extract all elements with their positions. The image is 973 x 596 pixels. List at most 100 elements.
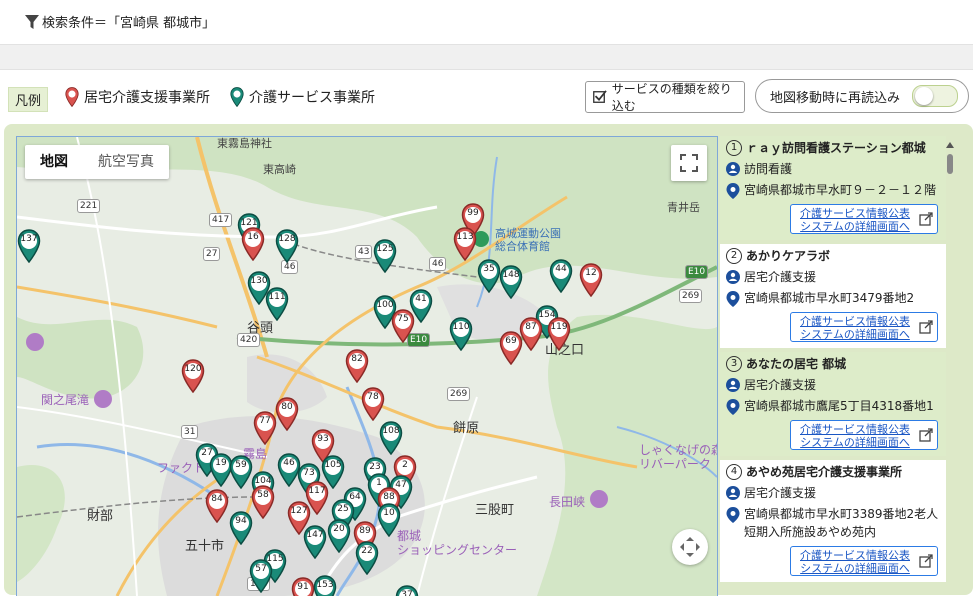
facility-card[interactable]: 4 あやめ苑居宅介護支援事業所 居宅介護支援 宮崎県都城市早水町3389番地2老人短期… (720, 460, 946, 582)
marker-number: 88 (383, 492, 395, 502)
facility-title[interactable]: 3 あなたの居宅 都城 (726, 355, 942, 373)
narrow-service-types-button[interactable]: サービスの種類を絞り込む (585, 81, 745, 113)
service-marker[interactable]: 125 (373, 239, 397, 273)
filter-icon (25, 14, 39, 29)
service-marker[interactable]: 111 (265, 287, 289, 321)
home-care-marker[interactable]: 58 (251, 485, 275, 519)
service-marker[interactable]: 35 (477, 259, 501, 293)
fullscreen-button[interactable] (671, 145, 707, 181)
home-care-marker[interactable]: 75 (391, 309, 415, 343)
address-pin-icon (726, 507, 740, 523)
marker-number: 125 (376, 244, 394, 254)
facility-card[interactable]: 1 ｒａｙ訪問看護ステーション都城 訪問看護 宮崎県都城市早水町９－２－１２階 介護サー… (720, 136, 946, 240)
tab-aerial[interactable]: 航空写真 (83, 145, 169, 179)
service-marker[interactable]: 44 (549, 259, 573, 293)
home-care-marker[interactable]: 12 (579, 263, 603, 297)
marker-number: 137 (20, 234, 38, 244)
home-care-marker[interactable]: 80 (275, 397, 299, 431)
home-care-marker[interactable]: 77 (253, 411, 277, 445)
home-care-marker[interactable]: 119 (547, 317, 571, 351)
home-care-marker[interactable]: 91 (291, 577, 315, 596)
service-marker[interactable]: 37 (395, 585, 419, 596)
facility-title[interactable]: 1 ｒａｙ訪問看護ステーション都城 (726, 139, 942, 157)
home-care-marker[interactable]: 69 (499, 331, 523, 365)
service-marker[interactable]: 148 (499, 265, 523, 299)
service-person-icon (726, 486, 740, 500)
detail-link-button[interactable]: 介護サービス情報公表 システムの詳細画面へ (790, 204, 938, 234)
service-marker[interactable]: 128 (275, 229, 299, 263)
route-shield: 221 (77, 199, 101, 213)
service-marker[interactable]: 94 (229, 511, 253, 545)
toggle-switch[interactable] (912, 85, 958, 107)
facility-title[interactable]: 2 あかりケアラボ (726, 247, 942, 265)
map-type-tabs: 地図 航空写真 (25, 145, 169, 179)
route-shield: 31 (181, 425, 199, 439)
service-marker[interactable]: 137 (17, 229, 41, 263)
marker-number: 153 (316, 580, 334, 590)
service-marker[interactable]: 147 (303, 525, 327, 559)
divider-band (0, 44, 973, 70)
scroll-up-icon[interactable] (944, 140, 956, 150)
camera-control-button[interactable] (672, 529, 708, 565)
home-care-marker[interactable]: 84 (205, 489, 229, 523)
service-marker[interactable]: 108 (379, 421, 403, 455)
service-marker[interactable]: 57 (249, 559, 273, 593)
facility-list[interactable]: 1 ｒａｙ訪問看護ステーション都城 訪問看護 宮崎県都城市早水町９－２－１２階 介護サー… (720, 136, 946, 595)
map-label-koujou-park: 高城運動公園 総合体育館 (495, 227, 561, 253)
address-pin-icon (726, 399, 740, 415)
marker-number: 108 (382, 426, 400, 436)
marker-number: 37 (401, 590, 413, 596)
map-label-zaibe: 財部 (87, 509, 114, 524)
facility-name: あなたの居宅 都城 (746, 357, 847, 371)
marker-number: 20 (333, 524, 345, 534)
marker-number: 130 (250, 276, 268, 286)
facility-card[interactable]: 2 あかりケアラボ 居宅介護支援 宮崎県都城市早水町3479番地2 介護サービス情報公表… (720, 244, 946, 348)
marker-number: 80 (281, 402, 293, 412)
map-view[interactable]: 東霧島神社 東高崎 青井岳 高城運動公園 総合体育館 山之口 谷頭 関之尾滝 餅… (16, 136, 718, 596)
marker-number: 57 (255, 564, 267, 574)
home-care-marker[interactable]: 78 (361, 387, 385, 421)
detail-link-button[interactable]: 介護サービス情報公表 システムの詳細画面へ (790, 312, 938, 342)
service-marker[interactable]: 22 (355, 541, 379, 575)
facility-name: あやめ苑居宅介護支援事業所 (746, 465, 903, 479)
marker-number: 113 (456, 232, 474, 242)
detail-link-label: 介護サービス情報公表 システムの詳細画面へ (800, 423, 910, 449)
service-marker[interactable]: 110 (449, 317, 473, 351)
route-shield: 43 (355, 245, 373, 259)
marker-number: 75 (397, 314, 409, 324)
service-row: 居宅介護支援 (726, 376, 942, 394)
route-shield: 269 (679, 289, 703, 303)
marker-number: 23 (369, 462, 381, 472)
marker-number: 73 (303, 468, 315, 478)
facility-title[interactable]: 4 あやめ苑居宅介護支援事業所 (726, 463, 942, 481)
checkbox-icon (593, 90, 607, 103)
service-marker[interactable]: 20 (327, 519, 351, 553)
service-marker[interactable]: 59 (229, 455, 253, 489)
service-marker[interactable]: 153 (313, 575, 337, 596)
service-marker[interactable]: 10 (377, 503, 401, 537)
service-row: 訪問看護 (726, 160, 942, 178)
scroll-thumb[interactable] (947, 154, 953, 174)
marker-number: 84 (211, 494, 223, 504)
home-care-marker[interactable]: 120 (181, 359, 205, 393)
marker-number: 78 (367, 392, 379, 402)
tab-map[interactable]: 地図 (25, 145, 83, 179)
facility-number: 2 (726, 248, 742, 264)
home-care-marker[interactable]: 16 (241, 227, 265, 261)
home-care-marker[interactable]: 113 (453, 227, 477, 261)
marker-number: 119 (550, 322, 568, 332)
map-label-mochibaru: 餅原 (453, 421, 480, 436)
marker-number: 59 (235, 460, 247, 470)
marker-number: 91 (297, 582, 309, 592)
detail-link-button[interactable]: 介護サービス情報公表 システムの詳細画面へ (790, 420, 938, 450)
service-type: 居宅介護支援 (744, 378, 817, 392)
service-row: 居宅介護支援 (726, 268, 942, 286)
marker-number: 77 (259, 416, 271, 426)
route-shield: 269 (447, 387, 471, 401)
reload-on-move-toggle[interactable]: 地図移動時に再読込み (755, 79, 969, 113)
home-care-marker[interactable]: 82 (345, 349, 369, 383)
list-scrollbar[interactable] (944, 140, 956, 595)
filter-text: 検索条件＝「宮崎県 都城市」 (42, 16, 216, 31)
detail-link-button[interactable]: 介護サービス情報公表 システムの詳細画面へ (790, 546, 938, 576)
facility-card[interactable]: 3 あなたの居宅 都城 居宅介護支援 宮崎県都城市鷹尾5丁目4318番地1 介護サービス… (720, 352, 946, 456)
